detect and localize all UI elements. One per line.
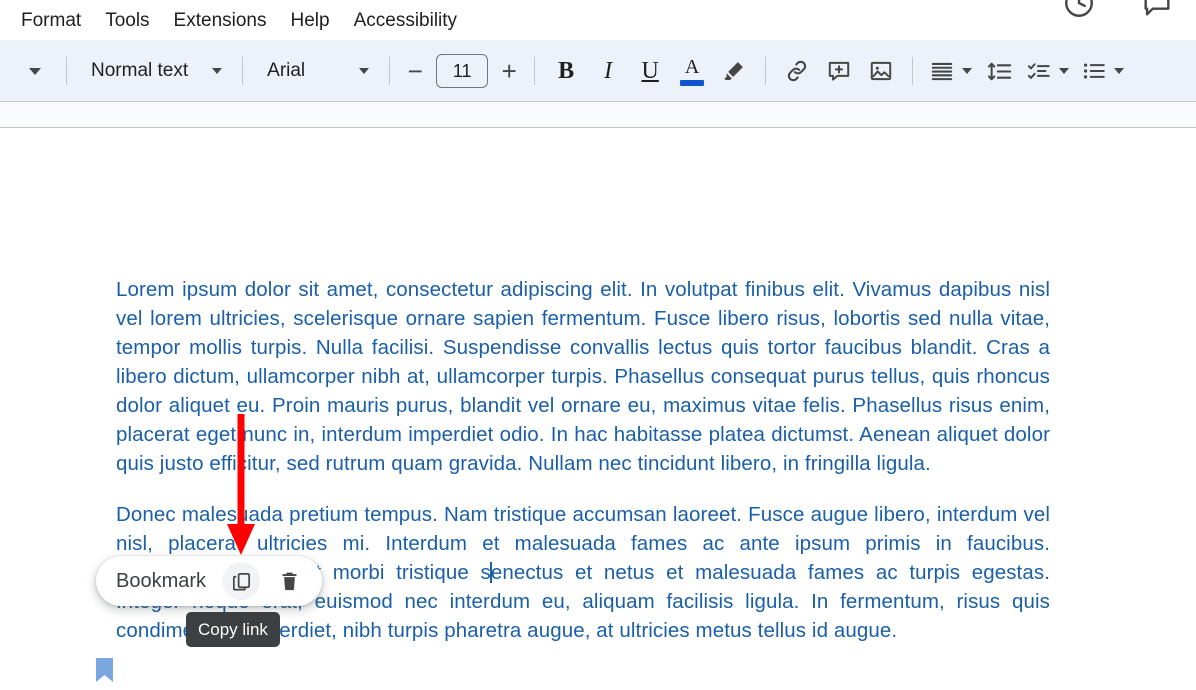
text-color-icon: A xyxy=(684,55,700,78)
toolbar-shadow-strip xyxy=(0,102,1196,127)
bookmark-popup-label: Bookmark xyxy=(116,569,207,592)
bookmark-popup[interactable]: Bookmark xyxy=(96,556,323,606)
increase-font-size-button[interactable]: + xyxy=(494,58,524,84)
line-spacing-icon xyxy=(987,62,1011,80)
toolbar-divider xyxy=(389,57,391,85)
copy-link-icon xyxy=(232,572,250,591)
bulleted-list-dropdown-button[interactable] xyxy=(1075,50,1130,92)
underline-button[interactable]: U xyxy=(629,50,671,92)
highlight-pen-icon xyxy=(724,62,744,80)
bold-button[interactable]: B xyxy=(545,50,587,92)
menu-extensions[interactable]: Extensions xyxy=(162,7,279,34)
italic-icon: I xyxy=(604,57,613,84)
menu-accessibility[interactable]: Accessibility xyxy=(342,7,469,34)
version-history-icon[interactable] xyxy=(1062,0,1096,20)
insert-image-button[interactable] xyxy=(860,50,902,92)
text-color-button[interactable]: A xyxy=(671,50,713,92)
highlight-color-button[interactable] xyxy=(713,50,755,92)
font-size-input[interactable]: 11 xyxy=(436,54,489,88)
copy-link-button[interactable] xyxy=(222,562,261,600)
toolbar-divider xyxy=(242,57,244,85)
bold-icon: B xyxy=(558,57,575,84)
menubar-right-actions xyxy=(1062,0,1174,20)
toolbar-divider xyxy=(912,57,914,85)
menu-tools[interactable]: Tools xyxy=(93,7,161,34)
formatting-toolbar: Normal text Arial − 11 + B I U A xyxy=(0,40,1196,102)
menu-help[interactable]: Help xyxy=(279,7,342,34)
font-family-value: Arial xyxy=(267,60,306,81)
underline-icon: U xyxy=(641,57,659,84)
align-icon xyxy=(931,62,953,81)
menu-bar: Format Tools Extensions Help Accessibili… xyxy=(0,0,1196,40)
google-docs-window: Format Tools Extensions Help Accessibili… xyxy=(0,0,1196,690)
comment-history-icon[interactable] xyxy=(1140,0,1174,20)
menu-format[interactable]: Format xyxy=(9,7,93,34)
decrease-font-size-button[interactable]: − xyxy=(400,58,430,84)
toolbar-divider xyxy=(765,57,767,85)
insert-image-icon xyxy=(870,61,892,81)
chevron-down-icon xyxy=(1059,68,1070,74)
font-size-stepper: − 11 + xyxy=(400,54,524,88)
delete-bookmark-button[interactable] xyxy=(270,562,308,600)
toolbar-divider xyxy=(534,57,536,85)
align-dropdown-button[interactable] xyxy=(923,50,978,92)
text-color-swatch xyxy=(680,79,705,86)
toolbar-overflow-button[interactable] xyxy=(14,50,56,92)
checklist-dropdown-button[interactable] xyxy=(1020,50,1075,92)
delete-bookmark-icon xyxy=(282,572,297,590)
add-comment-button[interactable] xyxy=(818,50,860,92)
bookmark-flag-icon[interactable] xyxy=(96,658,113,682)
insert-link-button[interactable] xyxy=(776,50,818,92)
chevron-down-icon xyxy=(1114,68,1125,74)
toolbar-divider xyxy=(66,57,67,85)
bulleted-list-icon xyxy=(1084,63,1105,79)
checklist-icon xyxy=(1027,63,1050,79)
add-comment-icon xyxy=(828,61,850,81)
italic-button[interactable]: I xyxy=(587,50,629,92)
paragraph-style-value: Normal text xyxy=(91,60,189,81)
paragraph-1[interactable]: Lorem ipsum dolor sit amet, consectetur … xyxy=(116,275,1050,478)
copy-link-tooltip: Copy link xyxy=(186,612,280,647)
chevron-down-icon xyxy=(29,67,41,75)
paragraph-style-dropdown[interactable]: Normal text xyxy=(77,50,232,92)
chevron-down-icon xyxy=(212,68,223,74)
chevron-down-icon xyxy=(962,68,973,74)
line-spacing-button[interactable] xyxy=(978,50,1020,92)
font-family-dropdown[interactable]: Arial xyxy=(253,50,379,92)
insert-link-icon xyxy=(788,60,807,82)
chevron-down-icon xyxy=(359,68,370,74)
